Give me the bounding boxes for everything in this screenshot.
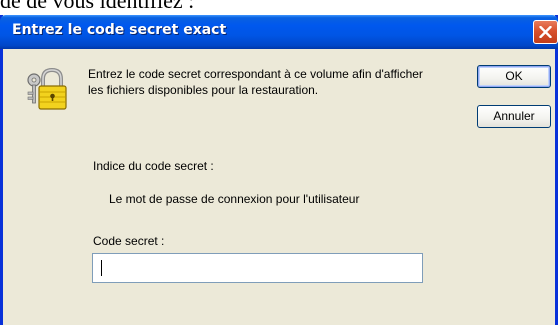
text-caret xyxy=(101,260,102,276)
hint-label: Indice du code secret : xyxy=(93,159,214,173)
close-button[interactable] xyxy=(533,20,558,44)
passcode-dialog: Entrez le code secret exact Entrez le co… xyxy=(0,15,558,325)
lock-keys-icon xyxy=(27,67,67,110)
background-page-text: de de vous identifiez : xyxy=(0,0,195,13)
passcode-input[interactable] xyxy=(92,253,423,283)
dialog-title: Entrez le code secret exact xyxy=(12,22,227,38)
title-bar[interactable]: Entrez le code secret exact xyxy=(0,15,558,49)
passcode-label: Code secret : xyxy=(93,234,165,248)
ok-button[interactable]: OK xyxy=(477,65,551,88)
close-icon xyxy=(539,26,552,38)
dialog-message: Entrez le code secret correspondant à ce… xyxy=(88,67,423,97)
hint-text: Le mot de passe de connexion pour l'util… xyxy=(109,192,360,206)
cancel-button[interactable]: Annuler xyxy=(477,105,551,128)
